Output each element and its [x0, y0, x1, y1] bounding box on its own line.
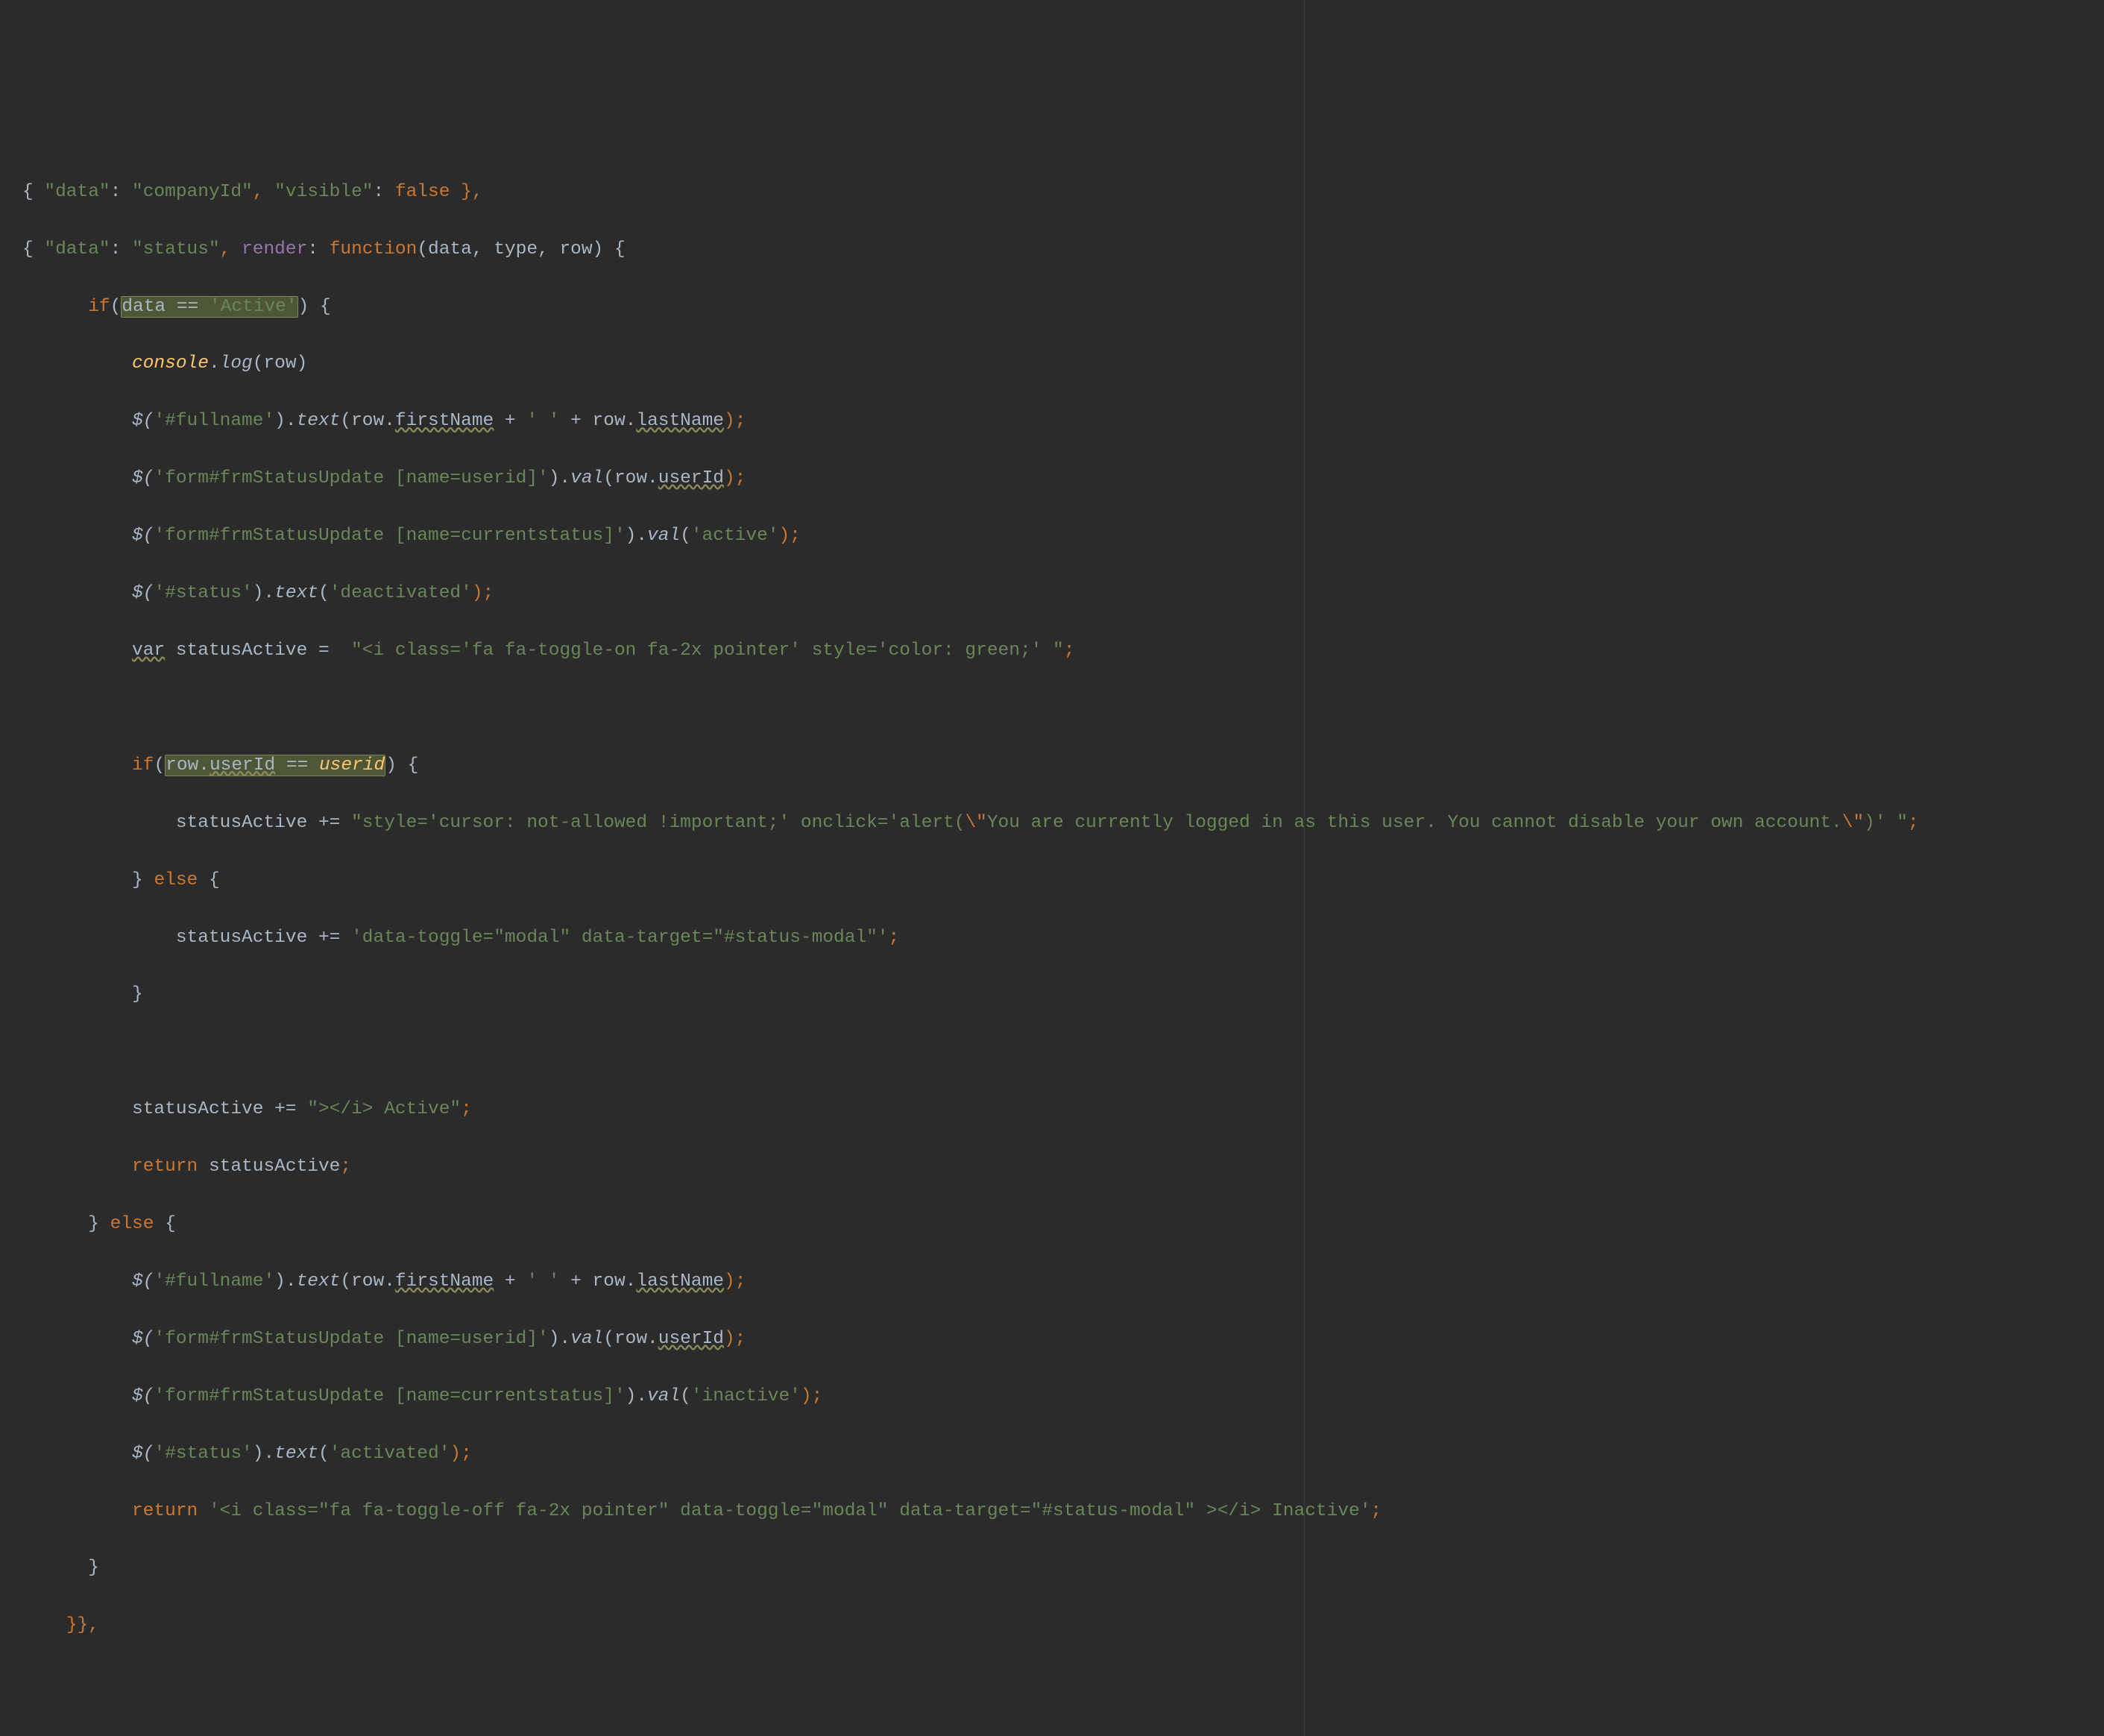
method-val: val: [647, 1386, 680, 1406]
code-line[interactable]: statusActive += "></i> Active";: [0, 1095, 2104, 1124]
property-lastName: lastName: [636, 1271, 724, 1292]
method-log: log: [220, 353, 253, 374]
brace-close: }: [88, 1558, 99, 1578]
identifier-userid: userid: [319, 755, 385, 776]
keyword-if: if: [132, 755, 154, 776]
identifier-statusActive: statusActive: [176, 641, 307, 661]
property-lastName: lastName: [636, 411, 724, 431]
jquery-selector: 'form#frmStatusUpdate [name=currentstatu…: [154, 1386, 625, 1406]
selection-highlight: data == 'Active': [121, 296, 297, 318]
keyword-if: if: [88, 297, 110, 317]
property-userId: userId: [658, 1329, 724, 1349]
method-text: text: [297, 411, 341, 431]
method-text: text: [274, 583, 318, 603]
keyword-else: else: [110, 1214, 154, 1234]
code-line[interactable]: } else {: [0, 1210, 2104, 1239]
method-val: val: [570, 468, 603, 488]
key-data: "data": [44, 182, 110, 202]
keyword-return: return: [132, 1157, 198, 1177]
property-firstName: firstName: [395, 1271, 494, 1292]
method-val: val: [647, 526, 680, 546]
selection-highlight: row.userId == userid: [165, 755, 385, 776]
code-line[interactable]: $('form#frmStatusUpdate [name=currentsta…: [0, 522, 2104, 550]
brace-close: }: [132, 984, 143, 1004]
code-line[interactable]: console.log(row): [0, 350, 2104, 378]
keyword-function: function: [330, 239, 418, 260]
jquery-selector: '#fullname': [154, 1271, 274, 1292]
code-line[interactable]: statusActive += "style='cursor: not-allo…: [0, 809, 2104, 837]
code-line[interactable]: $('#status').text('deactivated');: [0, 579, 2104, 608]
string-literal: "></i> Active": [307, 1099, 461, 1119]
jquery-selector: '#fullname': [154, 411, 274, 431]
key-render: render: [242, 239, 307, 260]
method-text: text: [297, 1271, 341, 1292]
code-line[interactable]: }},: [0, 1611, 2104, 1640]
closing-braces: }},: [66, 1615, 99, 1635]
escape-char: \": [1842, 813, 1864, 833]
jquery-selector: 'form#frmStatusUpdate [name=userid]': [154, 468, 548, 488]
code-line[interactable]: $('form#frmStatusUpdate [name=userid]').…: [0, 465, 2104, 493]
jquery-selector: 'form#frmStatusUpdate [name=userid]': [154, 1329, 548, 1349]
jquery-selector: '#status': [154, 1444, 252, 1464]
property-userId: userId: [658, 468, 724, 488]
key-data: "data": [44, 239, 110, 260]
code-line[interactable]: statusActive += 'data-toggle="modal" dat…: [0, 924, 2104, 952]
code-line[interactable]: }: [0, 981, 2104, 1009]
method-val: val: [570, 1329, 603, 1349]
code-line[interactable]: $('form#frmStatusUpdate [name=userid]').…: [0, 1325, 2104, 1353]
jquery-selector: 'form#frmStatusUpdate [name=currentstatu…: [154, 526, 625, 546]
value-companyId: "companyId": [132, 182, 253, 202]
code-line[interactable]: } else {: [0, 867, 2104, 895]
keyword-var: var: [132, 641, 165, 661]
blank-line[interactable]: [0, 694, 2104, 723]
keyword-false: false: [395, 182, 450, 202]
code-line[interactable]: if(row.userId == userid) {: [0, 752, 2104, 780]
string-literal: "style='cursor: not-allowed !important;'…: [351, 813, 965, 833]
brace-open: {: [22, 182, 44, 202]
method-text: text: [274, 1444, 318, 1464]
code-line[interactable]: var statusActive = "<i class='fa fa-togg…: [0, 637, 2104, 665]
escape-char: \": [965, 813, 986, 833]
keyword-return: return: [132, 1501, 198, 1521]
value-status: "status": [132, 239, 220, 260]
code-line[interactable]: { "data": "companyId", "visible": false …: [0, 178, 2104, 207]
code-line[interactable]: return statusActive;: [0, 1153, 2104, 1181]
code-line[interactable]: $('#status').text('activated');: [0, 1440, 2104, 1468]
jquery-selector: '#status': [154, 583, 252, 603]
code-line[interactable]: return '<i class="fa fa-toggle-off fa-2x…: [0, 1497, 2104, 1526]
property-firstName: firstName: [395, 411, 494, 431]
key-visible: "visible": [274, 182, 373, 202]
string-html: '<i class="fa fa-toggle-off fa-2x pointe…: [209, 1501, 1370, 1521]
code-line[interactable]: }: [0, 1554, 2104, 1582]
code-line[interactable]: if(data == 'Active') {: [0, 293, 2104, 321]
blank-line[interactable]: [0, 1038, 2104, 1066]
code-line[interactable]: $('#fullname').text(row.firstName + ' ' …: [0, 407, 2104, 435]
string-literal: 'data-toggle="modal" data-target="#statu…: [351, 928, 888, 948]
property-userId: userId: [210, 755, 275, 776]
keyword-else: else: [154, 870, 198, 890]
string-html: "<i class='fa fa-toggle-on fa-2x pointer…: [351, 641, 1064, 661]
code-line[interactable]: $('#fullname').text(row.firstName + ' ' …: [0, 1268, 2104, 1296]
code-line[interactable]: $('form#frmStatusUpdate [name=currentsta…: [0, 1383, 2104, 1411]
identifier-console: console: [132, 353, 209, 374]
code-line[interactable]: { "data": "status", render: function(dat…: [0, 236, 2104, 264]
